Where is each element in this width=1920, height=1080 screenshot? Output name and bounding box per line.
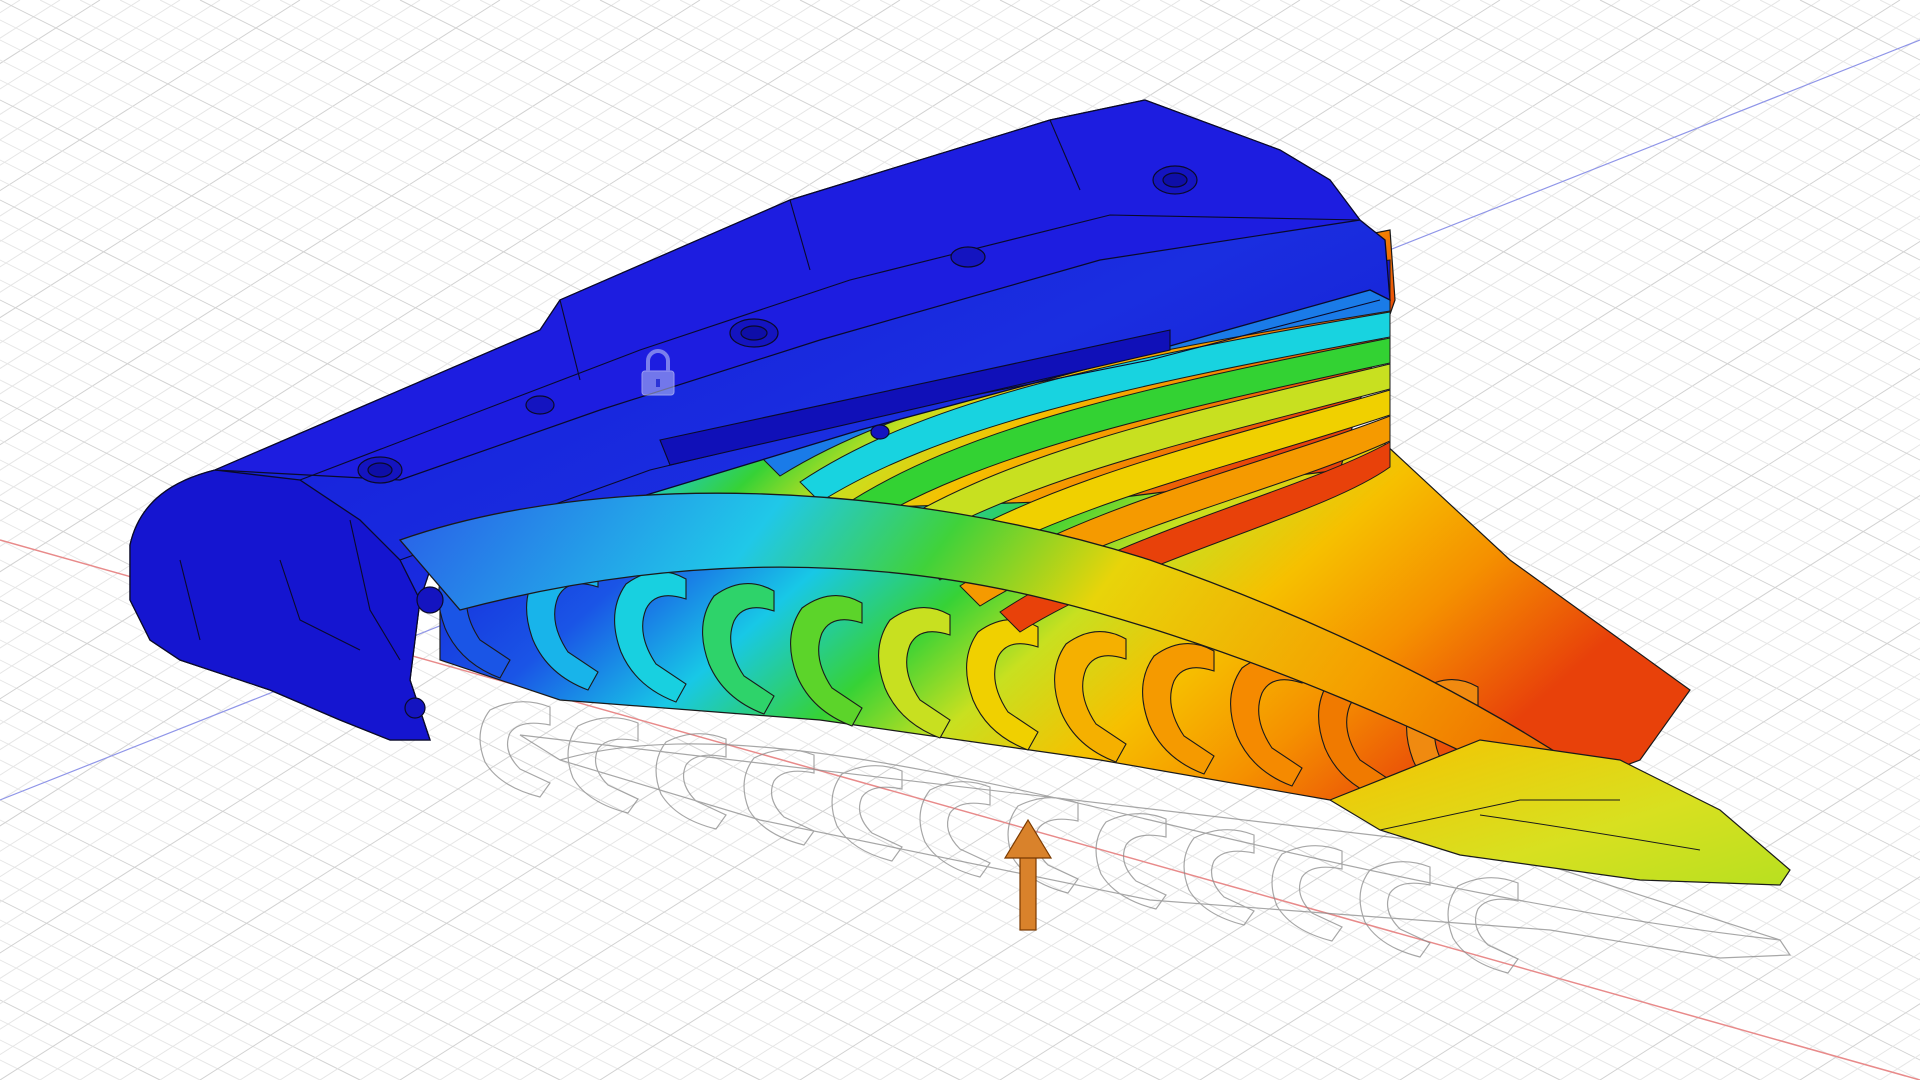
grid-line <box>1559 0 1920 181</box>
grid-line <box>1479 0 1920 221</box>
grid-line <box>1639 0 1920 141</box>
arrow-up-icon[interactable] <box>1003 818 1053 931</box>
grid-line <box>1879 0 1920 21</box>
grid-line <box>0 1019 121 1080</box>
grid-line <box>1799 1003 1920 1080</box>
grid-line <box>0 1059 41 1080</box>
grid-line <box>1799 0 1920 61</box>
grid-line <box>1559 850 1920 1080</box>
grid-line <box>1639 901 1920 1080</box>
ghost-rib <box>655 733 727 830</box>
grid-line <box>1479 799 1920 1080</box>
3d-viewport[interactable] <box>0 0 1920 1080</box>
deformed-model[interactable] <box>129 99 1791 886</box>
grid-line <box>0 0 61 39</box>
grid-line <box>1879 1053 1920 1080</box>
